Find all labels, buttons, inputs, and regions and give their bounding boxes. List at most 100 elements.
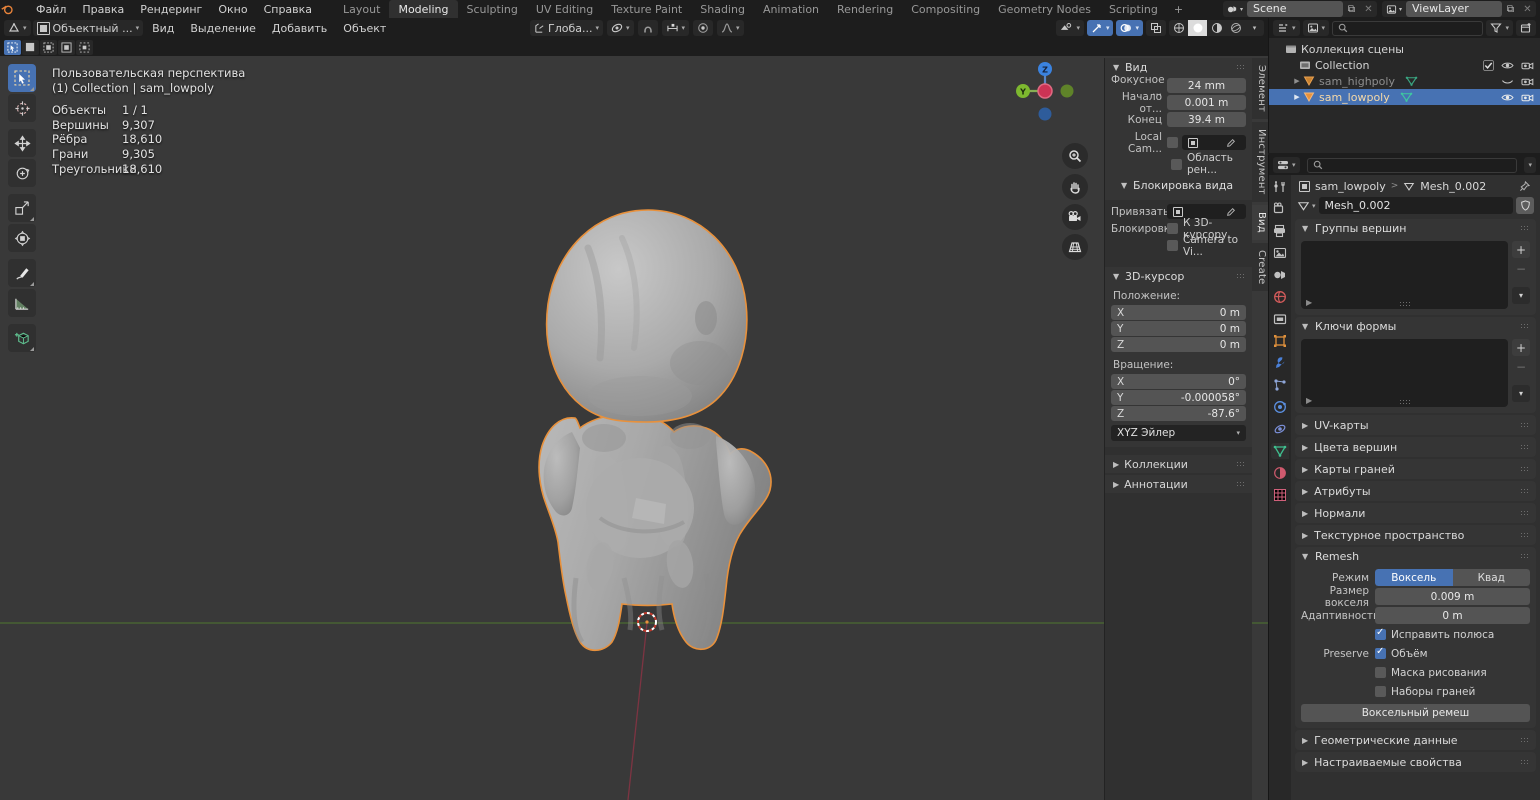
focal-length-field[interactable]: 24 mm	[1167, 78, 1246, 93]
proportional-edit-button[interactable]	[693, 20, 713, 36]
viewport-menu-view[interactable]: Вид	[145, 21, 181, 36]
tool-scale[interactable]	[8, 194, 36, 222]
panel-texture-space[interactable]: ▶ Текстурное пространство	[1295, 525, 1536, 545]
outliner-search-input[interactable]	[1332, 21, 1483, 36]
3d-viewport[interactable]: ▾ Объектный ... ▾ Вид Выделение Добавить…	[0, 18, 1268, 800]
panel-custom-properties[interactable]: ▶ Настраиваемые свойства	[1295, 752, 1536, 772]
falloff-curve-button[interactable]: ▾	[717, 20, 744, 36]
adaptivity-field[interactable]: 0 m	[1375, 607, 1530, 624]
box-select-icon[interactable]	[22, 40, 39, 55]
pin-icon[interactable]	[1519, 181, 1530, 192]
properties-tab-object[interactable]	[1271, 333, 1289, 349]
eyedropper-icon[interactable]	[1226, 138, 1240, 148]
select-extend-icon[interactable]	[76, 40, 93, 55]
local-camera-field[interactable]	[1182, 135, 1246, 150]
properties-tab-texture[interactable]	[1271, 487, 1289, 503]
tool-measure[interactable]	[8, 289, 36, 317]
workspace-tab-geometry-nodes[interactable]: Geometry Nodes	[989, 0, 1100, 18]
render-region-row[interactable]: Область рен...	[1171, 156, 1246, 172]
workspace-tab-uv-editing[interactable]: UV Editing	[527, 0, 602, 18]
xray-toggle-button[interactable]	[1146, 20, 1166, 36]
editor-type-button[interactable]: ▾	[4, 20, 31, 36]
voxel-remesh-button[interactable]: Воксельный ремеш	[1301, 704, 1530, 722]
npanel-cursor-header[interactable]: ▼ 3D-курсор	[1105, 267, 1252, 285]
properties-tab-render[interactable]	[1271, 201, 1289, 217]
panel-uv-maps[interactable]: ▶ UV-карты	[1295, 415, 1536, 435]
voxel-size-field[interactable]: 0.009 m	[1375, 588, 1530, 605]
zoom-view-button[interactable]	[1062, 143, 1088, 169]
add-workspace-button[interactable]: +	[1167, 1, 1190, 18]
panel-vertex-colors[interactable]: ▶ Цвета вершин	[1295, 437, 1536, 457]
menu-edit[interactable]: Правка	[74, 1, 132, 18]
npanel-tab-create[interactable]: Create	[1252, 243, 1268, 291]
interaction-mode-selector[interactable]: Объектный ... ▾	[33, 20, 144, 36]
lock-to-cursor-checkbox[interactable]	[1167, 223, 1178, 234]
overlays-toggle-button[interactable]: ▾	[1116, 20, 1143, 36]
vertex-groups-list[interactable]: ▶	[1301, 241, 1508, 309]
new-scene-icon[interactable]: ⧉	[1343, 4, 1360, 15]
eyedropper-icon[interactable]	[1226, 207, 1240, 217]
fix-poles-checkbox[interactable]	[1375, 629, 1386, 640]
camera-view-button[interactable]	[1062, 204, 1088, 230]
eye-closed-icon[interactable]	[1501, 76, 1514, 87]
navigation-gizmo[interactable]: Z Y	[1012, 58, 1078, 124]
outliner-row-scene-collection[interactable]: Коллекция сцены	[1269, 41, 1540, 57]
menu-render[interactable]: Рендеринг	[132, 1, 210, 18]
workspace-tab-texture-paint[interactable]: Texture Paint	[602, 0, 691, 18]
cursor-rotation-x[interactable]: X 0°	[1111, 374, 1246, 389]
shading-material-preview-button[interactable]	[1207, 20, 1226, 36]
scene-selector[interactable]: ▾ Scene ⧉ ✕	[1223, 1, 1377, 17]
viewlayer-name[interactable]: ViewLayer	[1406, 1, 1502, 17]
cursor-rotation-y[interactable]: Y -0.000058°	[1111, 390, 1246, 405]
mesh-datablock-name[interactable]: Mesh_0.002	[1319, 197, 1513, 214]
cursor-rotation-z[interactable]: Z -87.6°	[1111, 406, 1246, 421]
local-camera-checkbox[interactable]	[1167, 137, 1178, 148]
clip-end-field[interactable]: 39.4 m	[1167, 112, 1246, 127]
toggle-perspective-button[interactable]	[1062, 234, 1088, 260]
remesh-mode-voxel-button[interactable]: Воксель	[1375, 569, 1453, 586]
camera-icon[interactable]	[1521, 76, 1534, 87]
outliner-display-mode-button[interactable]: ▾	[1273, 20, 1300, 36]
npanel-annotations-section[interactable]: ▶ Аннотации	[1105, 475, 1252, 493]
remesh-mode-quad-button[interactable]: Квад	[1453, 569, 1531, 586]
outliner-row-sam-lowpoly[interactable]: ▶ sam_lowpoly	[1269, 89, 1540, 105]
transform-orientation-selector[interactable]: Глоба... ▾	[530, 20, 603, 36]
properties-tab-modifiers[interactable]	[1271, 355, 1289, 371]
shading-solid-button[interactable]	[1188, 20, 1207, 36]
outliner-filter-button[interactable]: ▾	[1486, 20, 1513, 36]
cursor-location-x[interactable]: X 0 m	[1111, 305, 1246, 320]
workspace-tab-sculpting[interactable]: Sculpting	[458, 0, 527, 18]
list-resize-grip[interactable]	[1399, 301, 1411, 306]
gizmo-toggle-button[interactable]: ▾	[1087, 20, 1114, 36]
pivot-point-selector[interactable]: ▾	[607, 20, 634, 36]
remesh-mode-segmented[interactable]: Воксель Квад	[1375, 569, 1530, 586]
workspace-tab-scripting[interactable]: Scripting	[1100, 0, 1167, 18]
list-expand-icon[interactable]: ▶	[1306, 396, 1312, 405]
pan-view-button[interactable]	[1062, 174, 1088, 200]
npanel-tab-tool[interactable]: Инструмент	[1252, 122, 1268, 202]
viewlayer-selector[interactable]: ▾ ViewLayer ⧉ ✕	[1382, 1, 1536, 17]
mesh-data-selector[interactable]: ▾	[1297, 200, 1316, 212]
properties-tab-tool[interactable]	[1271, 179, 1289, 195]
snap-settings-button[interactable]: ▾	[662, 20, 690, 36]
rotation-mode-dropdown[interactable]: XYZ Эйлер ▾	[1111, 425, 1246, 441]
properties-expand-button[interactable]: ▾	[1524, 157, 1536, 173]
camera-icon[interactable]	[1521, 60, 1534, 71]
select-mode-group[interactable]	[4, 40, 93, 55]
blender-logo-icon[interactable]	[0, 2, 28, 16]
panel-face-maps[interactable]: ▶ Карты граней	[1295, 459, 1536, 479]
scene-name[interactable]: Scene	[1247, 1, 1343, 17]
properties-editor-type-button[interactable]: ▾	[1273, 157, 1300, 173]
outliner-new-collection-button[interactable]	[1516, 20, 1536, 36]
panel-attributes[interactable]: ▶ Атрибуты	[1295, 481, 1536, 501]
properties-tab-output[interactable]	[1271, 223, 1289, 239]
workspace-tab-shading[interactable]: Shading	[691, 0, 754, 18]
workspace-tab-rendering[interactable]: Rendering	[828, 0, 902, 18]
npanel-tab-item[interactable]: Элемент	[1252, 58, 1268, 119]
viewport-menu-add[interactable]: Добавить	[265, 21, 334, 36]
camera-to-view-checkbox[interactable]	[1167, 240, 1178, 251]
object-visibility-button[interactable]: ▾	[1056, 20, 1084, 36]
render-region-checkbox[interactable]	[1171, 159, 1182, 170]
properties-tab-data[interactable]	[1271, 443, 1289, 459]
npanel-tab-view[interactable]: Вид	[1252, 205, 1268, 240]
